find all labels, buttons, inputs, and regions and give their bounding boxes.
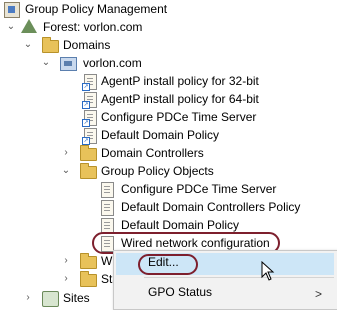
chevron-down-icon[interactable]: ⌄ <box>41 54 51 72</box>
highlight-oval-edit <box>138 254 198 275</box>
menu-item-gpo-status-label: GPO Status <box>148 285 213 299</box>
gpo-icon <box>101 200 114 216</box>
chevron-right-icon[interactable]: › <box>61 252 71 270</box>
linked-gpo-label: Configure PDCe Time Server <box>101 110 257 124</box>
folder-icon <box>42 37 59 53</box>
chevron-down-icon[interactable]: ⌄ <box>23 36 33 54</box>
folder-icon <box>80 145 97 161</box>
gpo-link-icon: ↗ <box>82 110 97 127</box>
group-policy-objects-label: Group Policy Objects <box>101 164 214 178</box>
submenu-arrow-icon: > <box>314 287 322 301</box>
mouse-cursor-icon <box>261 261 275 281</box>
domain-label: vorlon.com <box>83 56 142 70</box>
menu-separator <box>144 277 334 278</box>
chevron-right-icon[interactable]: › <box>61 270 71 288</box>
domains-label: Domains <box>63 38 111 52</box>
forest-label: Forest: vorlon.com <box>43 20 143 34</box>
chevron-right-icon[interactable]: › <box>23 289 33 307</box>
domain-icon <box>60 57 77 71</box>
linked-gpo-label: Default Domain Policy <box>101 128 220 142</box>
chevron-right-icon[interactable]: › <box>61 144 71 162</box>
tree-root-label: Group Policy Management <box>25 2 168 16</box>
chevron-down-icon[interactable]: ⌄ <box>6 18 16 36</box>
group-policy-management-icon <box>4 2 20 18</box>
sites-icon <box>42 291 59 307</box>
context-menu: Edit... GPO Status > <box>113 250 337 310</box>
gpo-label: Configure PDCe Time Server <box>121 182 277 196</box>
gpo-link-icon: ↗ <box>82 128 97 145</box>
forest-icon <box>21 19 37 33</box>
domain-controllers-label: Domain Controllers <box>101 146 204 160</box>
gpo-label: Default Domain Controllers Policy <box>121 200 301 214</box>
folder-icon <box>80 271 97 287</box>
gpo-icon <box>101 182 114 198</box>
linked-gpo-label: AgentP install policy for 64-bit <box>101 92 259 106</box>
linked-gpo-label: AgentP install policy for 32-bit <box>101 74 259 88</box>
gpo-link-icon: ↗ <box>82 92 97 109</box>
folder-icon <box>80 253 97 269</box>
menu-item-gpo-status[interactable]: GPO Status > <box>116 283 334 305</box>
sites-label: Sites <box>63 291 90 305</box>
gpo-link-icon: ↗ <box>82 74 97 91</box>
chevron-down-icon[interactable]: ⌄ <box>61 162 71 180</box>
folder-icon <box>80 163 97 179</box>
